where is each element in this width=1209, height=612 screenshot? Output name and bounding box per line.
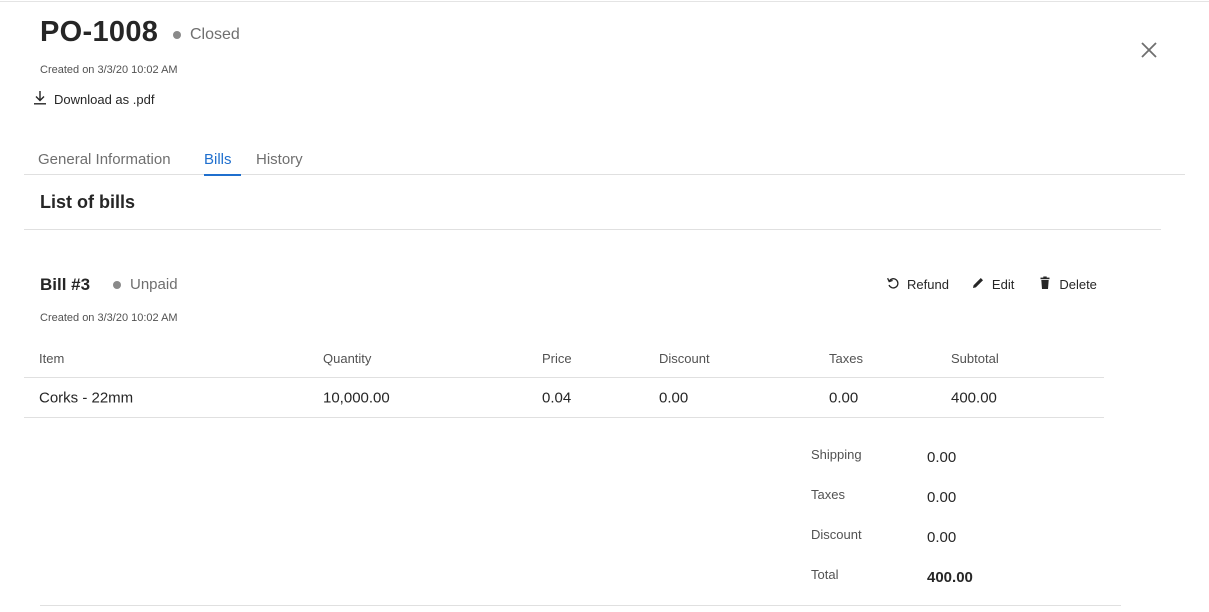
- header-price: Price: [542, 351, 572, 366]
- summary-label: Total: [811, 567, 839, 582]
- header-taxes: Taxes: [829, 351, 863, 366]
- table-row: Corks - 22mm 10,000.00 0.04 0.00 0.00 40…: [24, 378, 1104, 418]
- summary-label: Discount: [811, 527, 862, 542]
- delete-label: Delete: [1059, 277, 1097, 292]
- download-pdf-link[interactable]: Download as .pdf: [33, 90, 154, 108]
- po-status-badge: Closed: [173, 26, 240, 44]
- tab-bills[interactable]: Bills: [204, 151, 241, 176]
- section-title: List of bills: [40, 192, 136, 212]
- bill-title: Bill #3: [40, 275, 91, 294]
- refund-label: Refund: [907, 277, 949, 292]
- summary-row-shipping: Shipping 0.00: [811, 444, 1111, 484]
- summary-label: Shipping: [811, 447, 862, 462]
- cell-subtotal: 400.00: [951, 389, 997, 406]
- cell-discount: 0.00: [659, 389, 689, 406]
- summary-value: 0.00: [927, 529, 957, 546]
- header-discount: Discount: [659, 351, 710, 366]
- cell-taxes: 0.00: [829, 389, 859, 406]
- bill-status-label: Unpaid: [130, 276, 178, 293]
- download-pdf-label: Download as .pdf: [54, 91, 155, 107]
- summary-total-value: 400.00: [927, 569, 973, 586]
- summary-label: Taxes: [811, 487, 845, 502]
- summary-row-taxes: Taxes 0.00: [811, 484, 1111, 524]
- header-quantity: Quantity: [323, 351, 372, 366]
- delete-button[interactable]: Delete: [1038, 276, 1097, 293]
- tab-general-information[interactable]: General Information: [38, 151, 171, 175]
- cell-price: 0.04: [542, 389, 572, 406]
- header-subtotal: Subtotal: [951, 351, 999, 366]
- po-status-label: Closed: [190, 26, 240, 43]
- summary-value: 0.00: [927, 489, 957, 506]
- summary-row-total: Total 400.00: [811, 564, 1111, 604]
- bill-summary: Shipping 0.00 Taxes 0.00 Discount 0.00 T…: [811, 444, 1111, 604]
- refund-icon: [886, 276, 900, 293]
- bill-actions: Refund Edit Delete: [886, 276, 1097, 293]
- close-icon: [1138, 42, 1160, 65]
- header-item: Item: [39, 351, 65, 366]
- summary-row-discount: Discount 0.00: [811, 524, 1111, 564]
- tab-bar: General Information Bills History: [24, 148, 1185, 176]
- bottom-divider: [40, 605, 1121, 606]
- bill-created-date: Created on 3/3/20 10:02 AM: [40, 312, 178, 324]
- summary-value: 0.00: [927, 449, 957, 466]
- trash-icon: [1038, 276, 1052, 293]
- table-header: Item Quantity Price Discount Taxes Subto…: [24, 340, 1104, 378]
- refund-button[interactable]: Refund: [886, 276, 949, 293]
- bill-items-table: Item Quantity Price Discount Taxes Subto…: [24, 340, 1104, 418]
- page-title: PO-1008: [40, 16, 159, 48]
- pencil-icon: [971, 276, 985, 293]
- close-button[interactable]: [1138, 39, 1160, 61]
- cell-item: Corks - 22mm: [39, 389, 134, 406]
- po-created-date: Created on 3/3/20 10:02 AM: [40, 64, 178, 76]
- top-divider: [0, 1, 1209, 2]
- edit-button[interactable]: Edit: [971, 276, 1014, 293]
- edit-label: Edit: [991, 277, 1015, 292]
- status-dot-icon: [113, 280, 121, 289]
- cell-quantity: 10,000.00: [323, 389, 390, 406]
- section-divider: [24, 229, 1161, 230]
- status-dot-icon: [173, 31, 181, 39]
- bill-status-badge: Unpaid: [113, 276, 178, 293]
- download-icon: [33, 90, 47, 108]
- tab-history[interactable]: History: [256, 151, 303, 175]
